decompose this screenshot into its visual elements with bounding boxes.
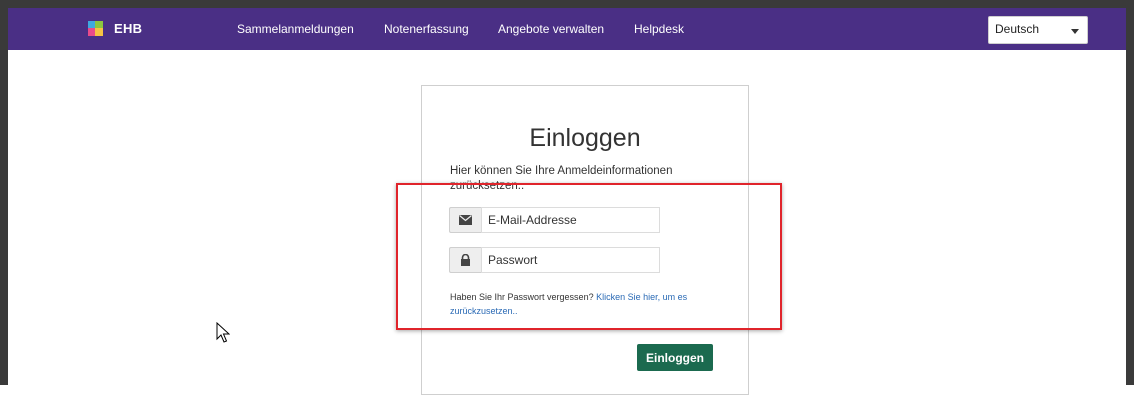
email-input-group bbox=[449, 207, 660, 233]
login-description: Hier können Sie Ihre Anmeldeinformatione… bbox=[450, 165, 673, 192]
password-input-group bbox=[449, 247, 660, 273]
brand[interactable]: EHB bbox=[88, 21, 142, 36]
forgot-password-question: Haben Sie Ihr Passwort vergessen? bbox=[450, 292, 594, 302]
ehb-logo-icon bbox=[88, 21, 108, 36]
envelope-icon bbox=[449, 207, 481, 233]
login-title: Einloggen bbox=[529, 124, 641, 152]
language-select-value: Deutsch bbox=[995, 22, 1040, 36]
forgot-password-text: Haben Sie Ihr Passwort vergessen? Klicke… bbox=[450, 290, 732, 318]
nav-link-notenerfassung[interactable]: Notenerfassung bbox=[384, 22, 469, 36]
nav-link-angebote-verwalten[interactable]: Angebote verwalten bbox=[498, 22, 604, 36]
login-card: Einloggen Hier können Sie Ihre Anmeldein… bbox=[421, 85, 749, 395]
login-button[interactable]: Einloggen bbox=[637, 344, 713, 371]
brand-name: EHB bbox=[114, 21, 143, 36]
lock-icon bbox=[449, 247, 481, 273]
nav-link-helpdesk[interactable]: Helpdesk bbox=[634, 22, 684, 36]
email-field[interactable] bbox=[481, 207, 660, 233]
nav-link-sammelanmeldungen[interactable]: Sammelanmeldungen bbox=[237, 22, 354, 36]
mouse-pointer-icon bbox=[216, 321, 231, 349]
password-field[interactable] bbox=[481, 247, 660, 273]
top-navbar: EHB Sammelanmeldungen Notenerfassung Ang… bbox=[8, 8, 1126, 50]
language-select[interactable]: Deutsch bbox=[988, 16, 1088, 44]
chevron-down-icon bbox=[1071, 29, 1079, 34]
